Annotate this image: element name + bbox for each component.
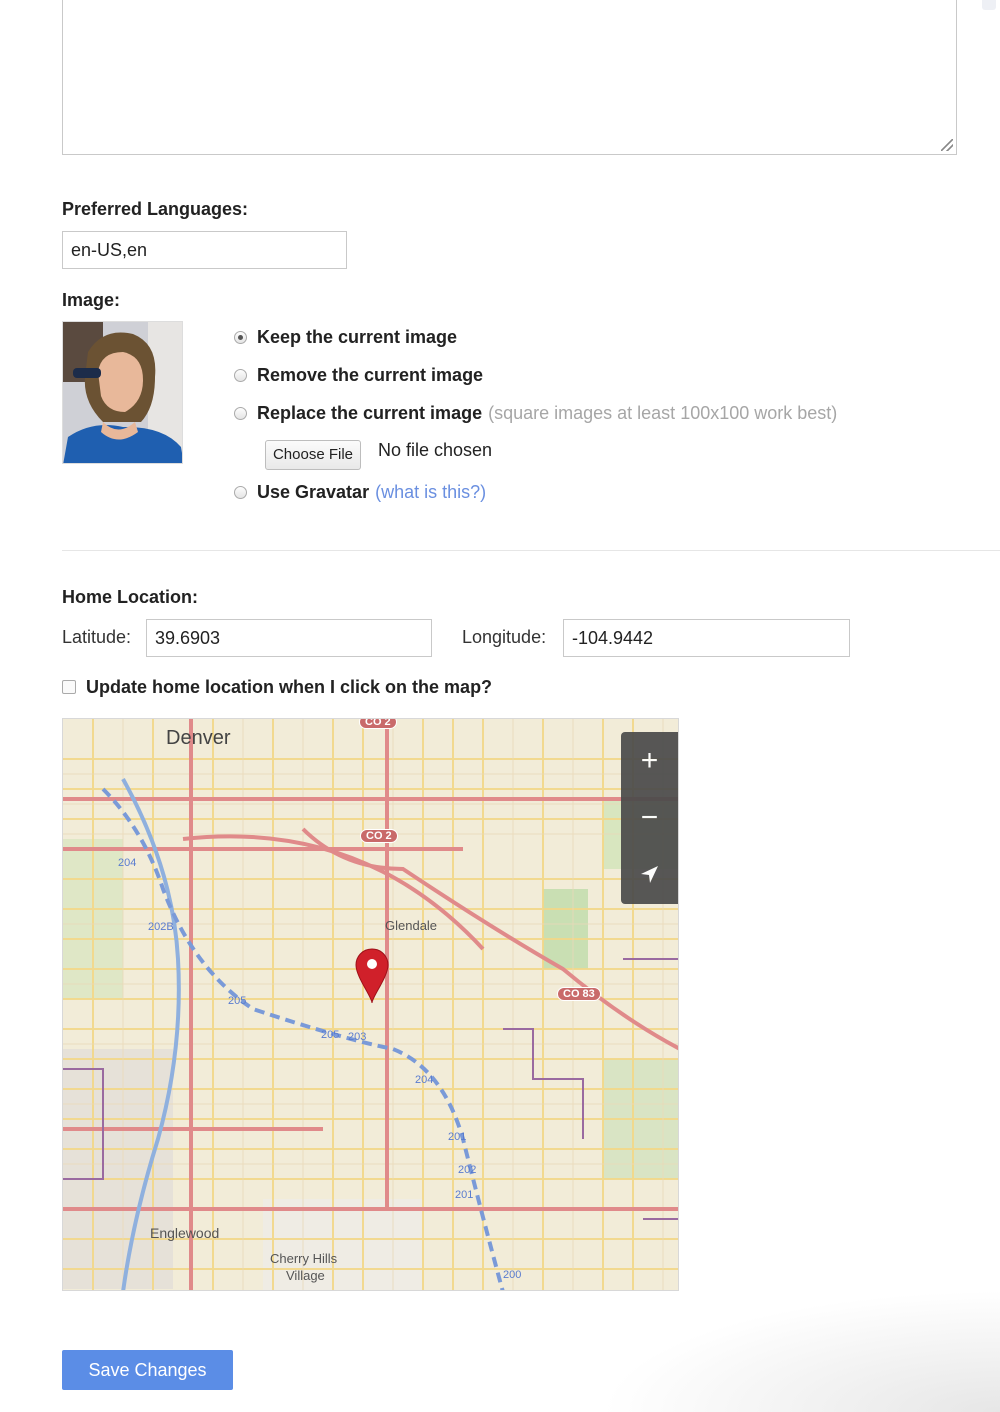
highway-label: 201 (448, 1131, 467, 1143)
resize-handle[interactable] (941, 139, 953, 151)
location-arrow-icon (641, 866, 658, 883)
save-changes-button[interactable]: Save Changes (62, 1350, 233, 1390)
file-status: No file chosen (378, 440, 493, 460)
profile-photo (63, 322, 182, 463)
route-shield-co2: CO 2 (359, 719, 397, 729)
map-label-village: Village (286, 1268, 325, 1283)
gravatar-help-link[interactable]: (what is this?) (375, 482, 486, 503)
choose-file-button[interactable]: Choose File (265, 440, 361, 470)
route-shield-co83: CO 83 (557, 987, 601, 1001)
highway-label: 204 (415, 1074, 434, 1086)
map-controls: + − (621, 732, 678, 904)
zoom-out-button[interactable]: − (621, 789, 678, 846)
radio-label: Use Gravatar (257, 482, 370, 502)
longitude-input[interactable]: -104.9442 (563, 619, 850, 657)
map[interactable]: Denver Glendale Englewood Cherry Hills V… (62, 718, 679, 1291)
map-label-denver: Denver (166, 727, 231, 749)
radio-label: Replace the current image (257, 403, 483, 423)
highway-label: 203 (348, 1031, 367, 1043)
zoom-in-button[interactable]: + (621, 732, 678, 789)
latitude-input[interactable]: 39.6903 (146, 619, 432, 657)
radio-label: Keep the current image (257, 327, 458, 347)
highway-label: 205 (228, 995, 247, 1007)
longitude-label: Longitude: (462, 627, 547, 647)
locate-button[interactable] (621, 846, 678, 903)
route-shield-co2: CO 2 (360, 829, 398, 843)
radio-replace-image[interactable]: Replace the current image (square images… (234, 403, 837, 424)
page-shadow (600, 1290, 1000, 1412)
radio-keep-image[interactable]: Keep the current image (234, 327, 457, 348)
radio-button[interactable] (234, 407, 247, 420)
home-location-label: Home Location: (62, 587, 199, 607)
update-location-label: Update home location when I click on the… (86, 677, 493, 697)
map-pin-icon[interactable] (355, 947, 389, 1010)
highway-label: 202 (458, 1164, 477, 1176)
highway-label: 201 (455, 1189, 474, 1201)
radio-button[interactable] (234, 369, 247, 382)
image-size-hint: (square images at least 100x100 work bes… (488, 403, 838, 423)
radio-button-checked[interactable] (234, 331, 247, 344)
highway-label: 204 (118, 857, 137, 869)
highway-label: 202B (148, 921, 174, 933)
highway-label: 205 (321, 1029, 340, 1041)
map-label-glendale: Glendale (385, 918, 438, 933)
radio-remove-image[interactable]: Remove the current image (234, 365, 483, 386)
preferred-languages-label: Preferred Languages: (62, 199, 249, 219)
update-location-checkbox[interactable] (62, 680, 76, 694)
image-label: Image: (62, 290, 121, 310)
preferred-languages-input[interactable]: en-US,en (62, 231, 347, 269)
highway-label: 200 (503, 1269, 522, 1281)
section-divider (62, 550, 1000, 551)
radio-use-gravatar[interactable]: Use Gravatar (what is this?) (234, 482, 486, 503)
latitude-label: Latitude: (62, 627, 132, 647)
bio-textarea[interactable] (62, 0, 957, 155)
radio-label: Remove the current image (257, 365, 484, 385)
radio-button[interactable] (234, 486, 247, 499)
scrollbar-thumb[interactable] (982, 0, 996, 10)
map-label-englewood: Englewood (150, 1225, 220, 1241)
avatar (62, 321, 183, 464)
map-label-cherry-hills: Cherry Hills (270, 1251, 338, 1266)
